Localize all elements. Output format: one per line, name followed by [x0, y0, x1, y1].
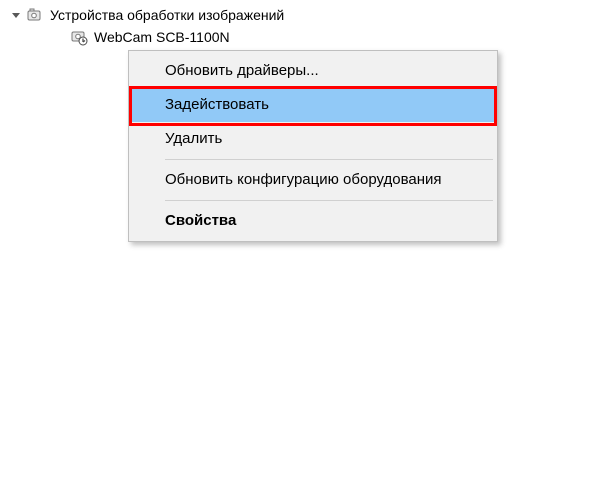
menu-separator: [165, 159, 493, 160]
menu-separator: [165, 200, 493, 201]
menu-item-label: Обновить драйверы...: [165, 62, 319, 79]
menu-item-label: Удалить: [165, 130, 222, 147]
chevron-down-icon[interactable]: [10, 9, 22, 21]
tree-category-row[interactable]: Устройства обработки изображений: [10, 4, 284, 26]
imaging-device-category-icon: [26, 6, 44, 24]
context-menu: Обновить драйверы... Задействовать Удали…: [128, 50, 498, 242]
menu-item-enable[interactable]: Задействовать: [131, 88, 495, 122]
tree-device-label: WebCam SCB-1100N: [94, 29, 230, 45]
device-tree: Устройства обработки изображений WebCam …: [10, 4, 284, 48]
menu-item-label: Задействовать: [165, 96, 269, 113]
menu-item-label: Обновить конфигурацию оборудования: [165, 171, 442, 188]
menu-item-update-drivers[interactable]: Обновить драйверы...: [131, 54, 495, 88]
menu-item-delete[interactable]: Удалить: [131, 122, 495, 156]
menu-item-scan-hardware[interactable]: Обновить конфигурацию оборудования: [131, 163, 495, 197]
tree-category-label: Устройства обработки изображений: [50, 7, 284, 23]
menu-item-label: Свойства: [165, 212, 236, 229]
tree-device-row[interactable]: WebCam SCB-1100N: [10, 26, 284, 48]
menu-item-properties[interactable]: Свойства: [131, 204, 495, 238]
webcam-device-disabled-icon: [70, 28, 88, 46]
